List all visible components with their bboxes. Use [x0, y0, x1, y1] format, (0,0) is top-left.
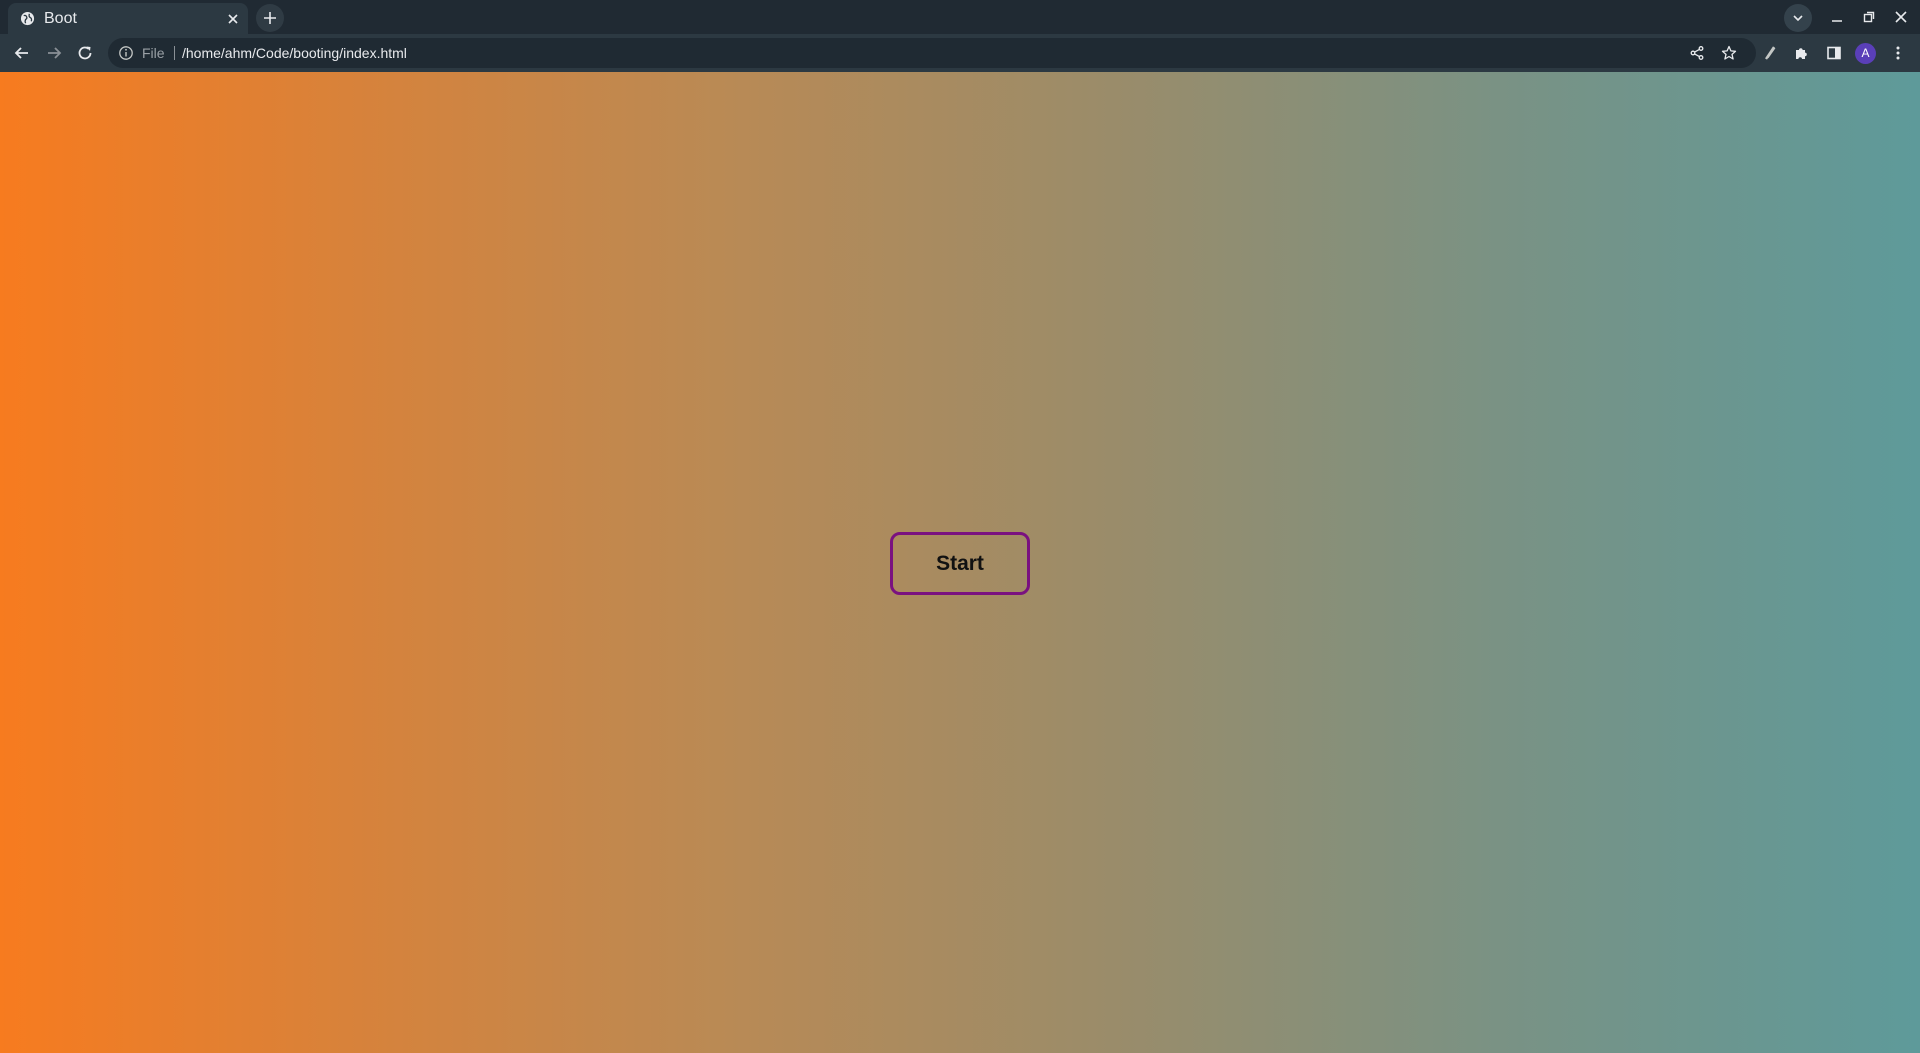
close-icon — [1895, 11, 1907, 23]
back-arrow-icon — [14, 47, 28, 59]
address-bar[interactable]: File /home/ahm/Code/booting/index.html — [108, 38, 1756, 68]
share-button[interactable] — [1688, 44, 1706, 62]
restore-icon — [1863, 11, 1875, 23]
side-panel-icon — [1827, 46, 1841, 60]
bookmark-button[interactable] — [1720, 44, 1738, 62]
tab-strip: Boot — [0, 0, 1920, 34]
tab-search-button[interactable] — [1784, 4, 1812, 32]
extension-icon — [1765, 46, 1776, 60]
profile-avatar[interactable]: A — [1855, 43, 1876, 64]
back-button[interactable] — [8, 39, 36, 67]
url-separator — [174, 46, 175, 60]
reload-icon — [78, 46, 92, 60]
kebab-menu-icon — [1896, 46, 1900, 60]
star-icon — [1721, 45, 1737, 60]
globe-icon — [20, 11, 35, 26]
new-tab-button[interactable] — [256, 4, 284, 32]
url-scheme-label: File — [142, 45, 165, 61]
extensions-menu-button[interactable] — [1791, 42, 1813, 64]
share-icon — [1690, 46, 1704, 60]
info-icon[interactable] — [118, 45, 134, 61]
close-window-button[interactable] — [1890, 6, 1912, 28]
url-text[interactable]: /home/ahm/Code/booting/index.html — [182, 44, 407, 62]
browser-tab[interactable]: Boot — [8, 3, 248, 34]
puzzle-icon — [1796, 48, 1807, 59]
forward-button[interactable] — [40, 39, 68, 67]
browser-toolbar: File /home/ahm/Code/booting/index.html A — [0, 34, 1920, 72]
start-button[interactable]: Start — [890, 532, 1030, 595]
browser-menu-button[interactable] — [1887, 42, 1909, 64]
page-viewport: Start — [0, 72, 1920, 1053]
minimize-icon — [1832, 20, 1842, 22]
plus-icon — [264, 12, 276, 24]
side-panel-button[interactable] — [1823, 42, 1845, 64]
minimize-button[interactable] — [1826, 6, 1848, 28]
reload-button[interactable] — [71, 39, 99, 67]
forward-arrow-icon — [48, 47, 62, 59]
restore-button[interactable] — [1858, 6, 1880, 28]
close-icon[interactable] — [224, 10, 242, 28]
tab-title: Boot — [44, 10, 77, 27]
chevron-down-icon — [1793, 15, 1803, 22]
extension-button[interactable] — [1759, 42, 1781, 64]
